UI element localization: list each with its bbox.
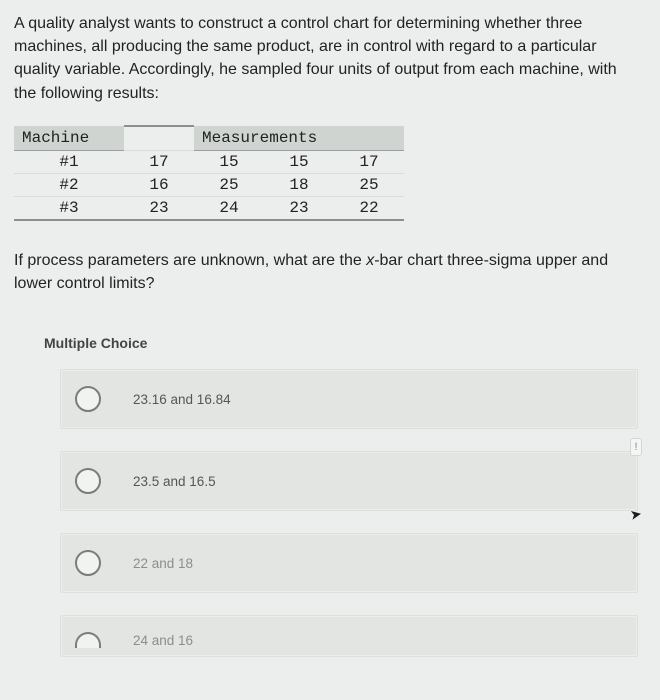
- question-intro: A quality analyst wants to construct a c…: [0, 8, 660, 119]
- table-row: #2 16 25 18 25: [14, 173, 404, 196]
- cell-value: 17: [334, 150, 404, 173]
- cell-machine: #3: [14, 196, 124, 220]
- option-text: 24 and 16: [133, 633, 193, 648]
- cell-value: 23: [124, 196, 194, 220]
- data-table-container: Machine Measurements #1 17 15 15 17 #2 1…: [0, 119, 660, 221]
- cell-value: 25: [194, 173, 264, 196]
- option-a[interactable]: 23.16 and 16.84: [60, 369, 638, 429]
- question-followup: If process parameters are unknown, what …: [0, 221, 660, 305]
- cell-value: 16: [124, 173, 194, 196]
- option-text: 23.5 and 16.5: [133, 474, 216, 489]
- col-header-measurements: Measurements: [194, 126, 404, 151]
- option-text: 22 and 18: [133, 556, 193, 571]
- italic-x: x: [366, 252, 374, 269]
- cell-value: 18: [264, 173, 334, 196]
- col-header-machine: Machine: [14, 126, 124, 151]
- cell-value: 15: [264, 150, 334, 173]
- radio-icon[interactable]: [75, 386, 101, 412]
- data-table: Machine Measurements #1 17 15 15 17 #2 1…: [14, 125, 404, 221]
- radio-icon[interactable]: [75, 468, 101, 494]
- radio-icon[interactable]: [75, 550, 101, 576]
- radio-icon[interactable]: [75, 632, 101, 648]
- cell-machine: #2: [14, 173, 124, 196]
- cell-value: 25: [334, 173, 404, 196]
- followup-pre: If process parameters are unknown, what …: [14, 252, 366, 269]
- option-text: 23.16 and 16.84: [133, 392, 231, 407]
- cell-value: 24: [194, 196, 264, 220]
- hint-icon[interactable]: !: [630, 438, 642, 456]
- cell-value: 17: [124, 150, 194, 173]
- multiple-choice-area: Multiple Choice 23.16 and 16.84 23.5 and…: [42, 335, 646, 657]
- table-row: #1 17 15 15 17: [14, 150, 404, 173]
- cell-value: 15: [194, 150, 264, 173]
- col-gap: [124, 126, 194, 151]
- cell-machine: #1: [14, 150, 124, 173]
- option-b[interactable]: 23.5 and 16.5: [60, 451, 638, 511]
- option-d[interactable]: 24 and 16: [60, 615, 638, 657]
- cell-value: 22: [334, 196, 404, 220]
- cell-value: 23: [264, 196, 334, 220]
- table-row: #3 23 24 23 22: [14, 196, 404, 220]
- multiple-choice-label: Multiple Choice: [42, 335, 646, 369]
- option-c[interactable]: 22 and 18: [60, 533, 638, 593]
